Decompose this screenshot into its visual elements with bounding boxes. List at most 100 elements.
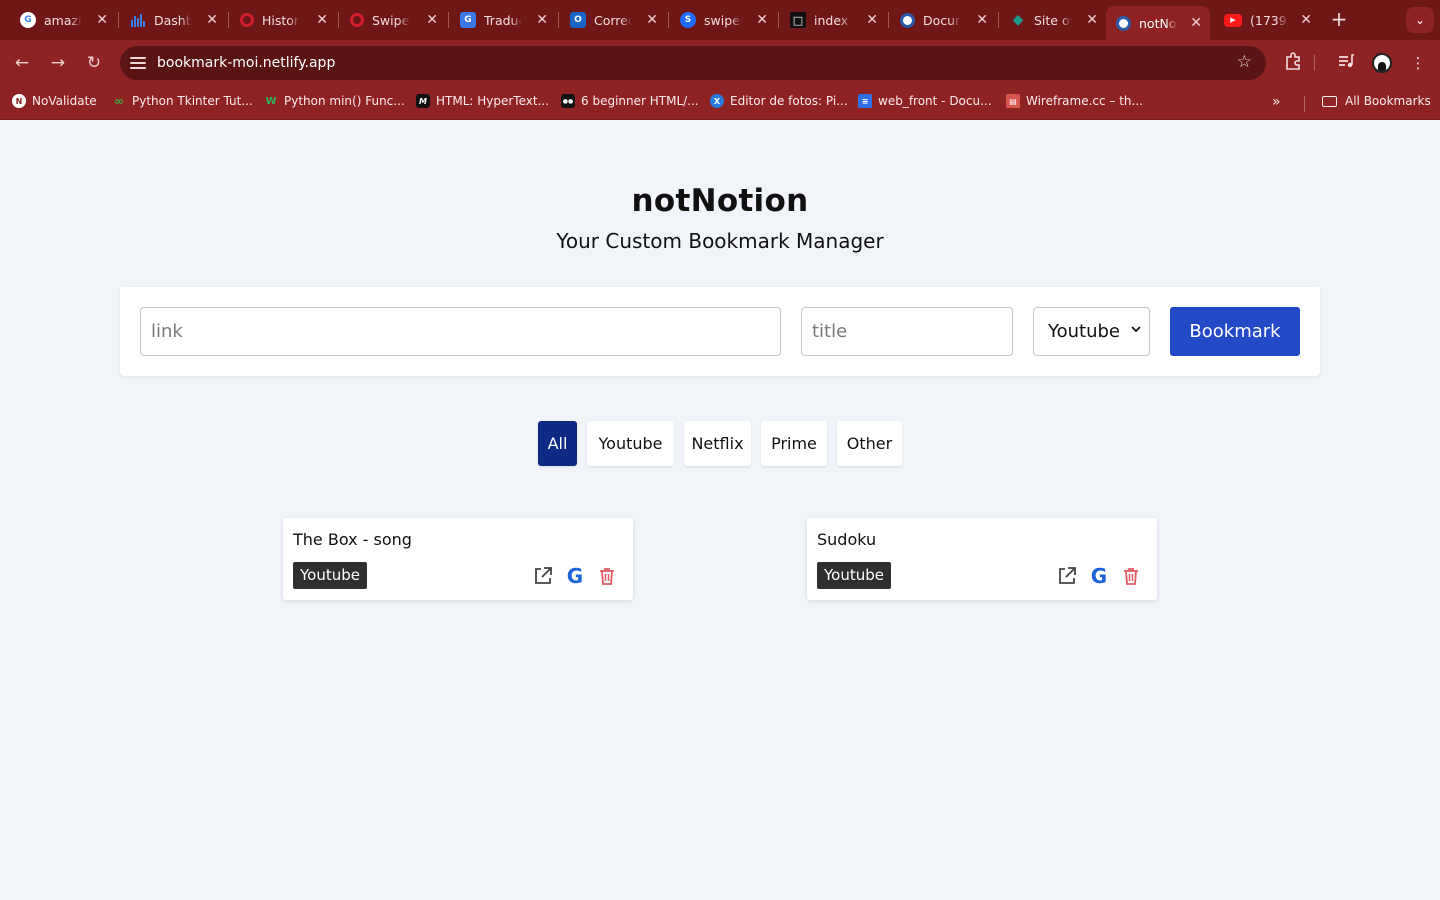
opera-icon — [240, 13, 254, 27]
browser-tab[interactable]: ▶ (1739) ✕ — [1214, 6, 1320, 34]
google-search-icon[interactable]: G — [1088, 565, 1110, 587]
close-icon[interactable]: ✕ — [976, 11, 988, 29]
close-icon[interactable]: ✕ — [1300, 11, 1312, 29]
mdn-icon: M — [416, 94, 430, 108]
close-icon[interactable]: ✕ — [1190, 14, 1202, 32]
close-icon[interactable]: ✕ — [756, 11, 768, 29]
bookmark-item[interactable]: W Python min() Func... — [264, 94, 405, 108]
tab-title: Docum — [923, 12, 961, 28]
bookmark-item[interactable]: X Editor de fotos: Pi... — [710, 94, 848, 108]
filter-other[interactable]: Other — [837, 421, 902, 466]
close-icon[interactable]: ✕ — [866, 11, 878, 29]
open-link-icon[interactable] — [532, 565, 554, 587]
browser-tab[interactable]: S swiper ✕ — [670, 6, 776, 34]
browser-tab[interactable]: ◆ Site ov ✕ — [1000, 6, 1106, 34]
category-badge: Youtube — [817, 562, 891, 589]
browser-tab[interactable]: □ index.h ✕ — [780, 6, 886, 34]
folder-icon — [1322, 95, 1337, 107]
bookmark-label: Editor de fotos: Pi... — [730, 94, 848, 108]
all-bookmarks-label: All Bookmarks — [1345, 94, 1431, 108]
new-tab-icon[interactable]: + — [1328, 8, 1350, 30]
bookmarks-bar: N NoValidate ∞ Python Tkinter Tut... W P… — [0, 86, 1440, 120]
url-text[interactable]: bookmark-moi.netlify.app — [157, 55, 335, 71]
tab-search-icon[interactable]: ⌄ — [1406, 7, 1434, 33]
medium-icon: ●● — [561, 94, 575, 108]
bookmark-item[interactable]: ▤ Wireframe.cc – th... — [1006, 94, 1143, 108]
close-icon[interactable]: ✕ — [206, 11, 218, 29]
category-select[interactable]: Youtube — [1033, 307, 1150, 356]
filter-youtube[interactable]: Youtube — [587, 421, 674, 466]
browser-tab[interactable]: Swipe ✕ — [340, 6, 446, 34]
close-icon[interactable]: ✕ — [536, 11, 548, 29]
netlify-icon — [1116, 15, 1131, 31]
tab-separator — [668, 12, 669, 28]
google-icon: G — [20, 12, 36, 28]
tab-separator — [118, 12, 119, 28]
address-bar[interactable]: bookmark-moi.netlify.app ☆ — [120, 46, 1266, 80]
profile-avatar[interactable] — [1372, 53, 1392, 73]
title-input[interactable] — [801, 307, 1013, 356]
netlify-icon — [900, 12, 915, 28]
category-select-value: Youtube — [1048, 321, 1120, 342]
bookmark-label: HTML: HyperText... — [436, 94, 550, 108]
bookmark-label: Python min() Func... — [284, 94, 405, 108]
bookmark-label: Wireframe.cc – th... — [1026, 94, 1143, 108]
bookmark-card: The Box - song Youtube G — [283, 518, 633, 600]
tab-separator — [558, 12, 559, 28]
opera-icon — [350, 13, 364, 27]
link-input[interactable] — [140, 307, 781, 356]
close-icon[interactable]: ✕ — [316, 11, 328, 29]
page-subtitle: Your Custom Bookmark Manager — [556, 229, 884, 253]
reload-icon[interactable]: ↻ — [83, 52, 105, 74]
bookmark-item[interactable]: M HTML: HyperText... — [416, 94, 549, 108]
translate-icon: G — [460, 12, 476, 28]
menu-kebab-icon[interactable]: ⋮ — [1407, 52, 1429, 74]
all-bookmarks-button[interactable]: All Bookmarks — [1322, 94, 1431, 108]
close-icon[interactable]: ✕ — [646, 11, 658, 29]
outlook-icon: O — [570, 12, 586, 28]
bookmark-item[interactable]: ≡ web_front - Docu... — [858, 94, 992, 108]
close-icon[interactable]: ✕ — [96, 11, 108, 29]
filter-prime[interactable]: Prime — [761, 421, 827, 466]
browser-tab[interactable]: Dashb ✕ — [120, 6, 226, 34]
bookmark-item[interactable]: ∞ Python Tkinter Tut... — [112, 94, 253, 108]
browser-tab[interactable]: Docum ✕ — [890, 6, 996, 34]
bookmark-button[interactable]: Bookmark — [1170, 307, 1300, 356]
category-badge: Youtube — [293, 562, 367, 589]
browser-toolbar: ← → ↻ bookmark-moi.netlify.app ☆ ⋮ — [0, 40, 1440, 86]
bookmark-label: 6 beginner HTML/... — [581, 94, 699, 108]
forward-icon[interactable]: → — [47, 52, 69, 74]
tab-strip: G amazin ✕ Dashb ✕ History ✕ Swipe ✕ G T… — [0, 0, 1440, 40]
star-icon[interactable]: ☆ — [1237, 52, 1252, 72]
trash-icon[interactable] — [596, 565, 618, 587]
extensions-icon[interactable] — [1282, 52, 1304, 74]
close-icon[interactable]: ✕ — [1086, 11, 1098, 29]
tab-title: swiper — [704, 12, 742, 28]
bookmark-label: NoValidate — [32, 94, 97, 108]
filter-all[interactable]: All — [538, 421, 577, 466]
tab-title: Correo — [594, 12, 632, 28]
netlify-diamond-icon: ◆ — [1012, 12, 1024, 28]
back-icon[interactable]: ← — [11, 52, 33, 74]
browser-tab[interactable]: G amazin ✕ — [10, 6, 116, 34]
site-settings-icon[interactable] — [130, 55, 146, 71]
filter-netflix[interactable]: Netflix — [684, 421, 751, 466]
youtube-icon: ▶ — [1224, 13, 1242, 27]
google-search-icon[interactable]: G — [564, 565, 586, 587]
media-control-icon[interactable] — [1335, 52, 1357, 74]
trash-icon[interactable] — [1120, 565, 1142, 587]
more-bookmarks-icon[interactable]: » — [1272, 94, 1281, 110]
bookmarks-divider — [1304, 96, 1305, 112]
bookmark-item[interactable]: N NoValidate — [12, 94, 97, 108]
browser-tab-active[interactable]: notNot ✕ — [1106, 6, 1210, 40]
tab-title: index.h — [814, 12, 852, 28]
browser-tab[interactable]: O Correo ✕ — [560, 6, 666, 34]
bookmark-item[interactable]: ●● 6 beginner HTML/... — [561, 94, 699, 108]
google-docs-icon: ≡ — [858, 94, 872, 108]
browser-tab[interactable]: History ✕ — [230, 6, 336, 34]
open-link-icon[interactable] — [1056, 565, 1078, 587]
tab-title: (1739) — [1250, 12, 1288, 28]
close-icon[interactable]: ✕ — [426, 11, 438, 29]
browser-tab[interactable]: G Traduc ✕ — [450, 6, 556, 34]
tab-separator — [228, 12, 229, 28]
